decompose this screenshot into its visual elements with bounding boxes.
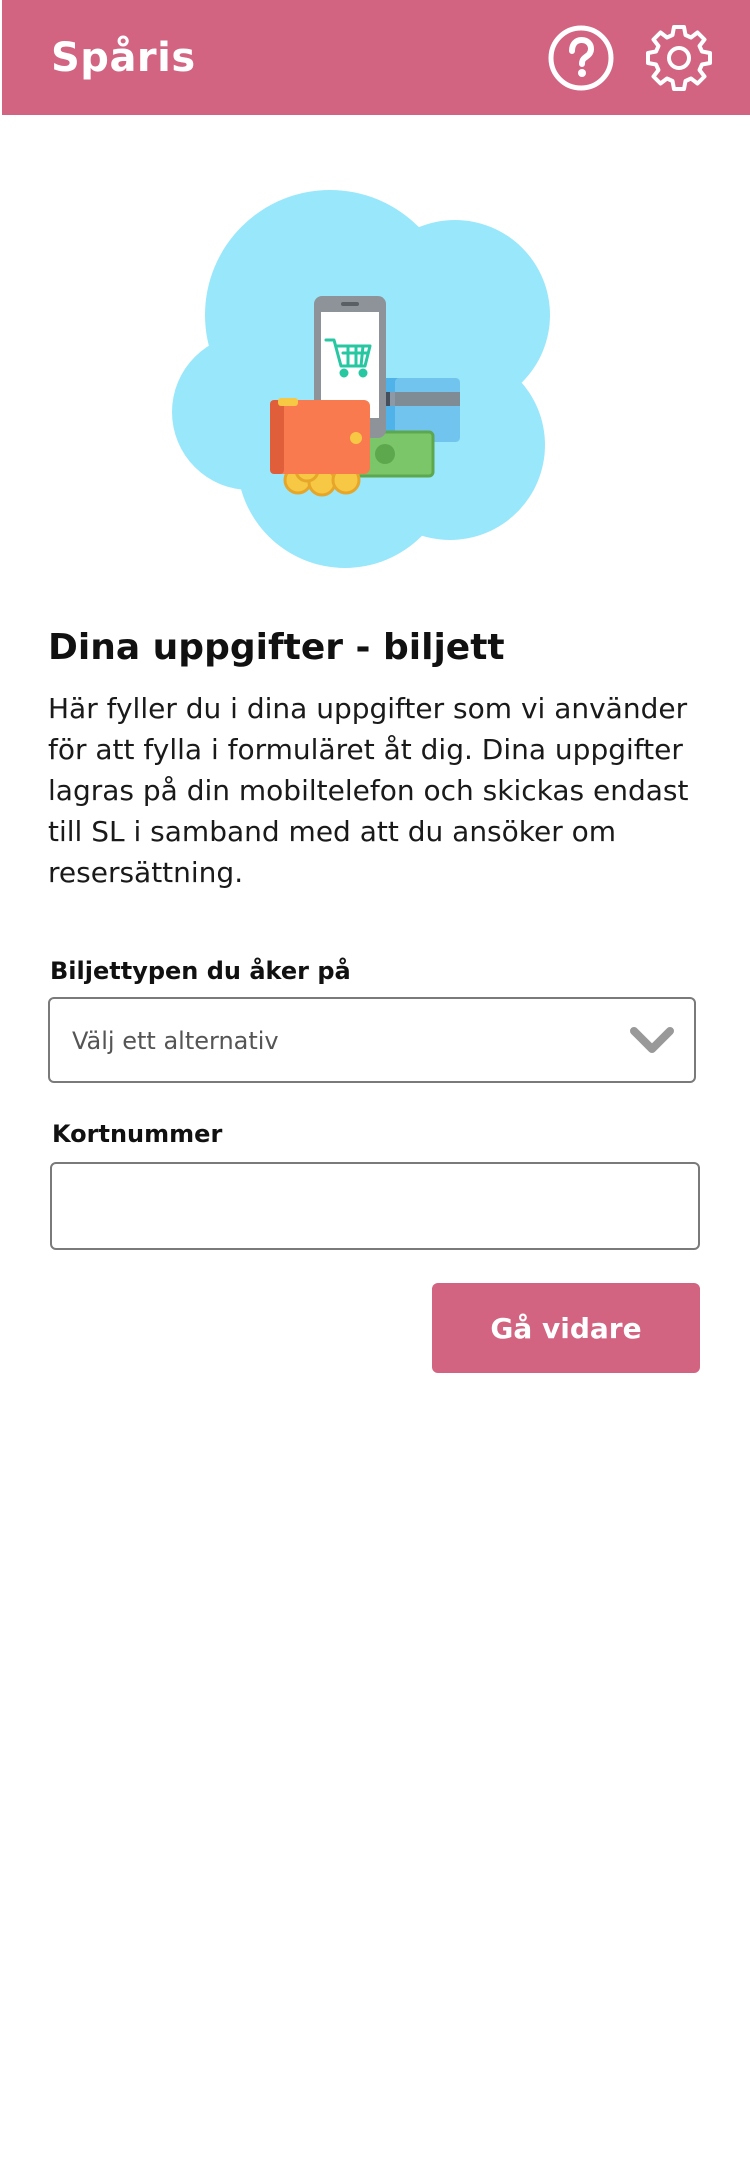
hero-illustration: [160, 170, 560, 570]
ticket-type-select[interactable]: Välj ett alternativ: [48, 997, 696, 1083]
gear-icon: [646, 25, 712, 91]
question-circle-icon: [548, 25, 614, 91]
ticket-type-select-value: Välj ett alternativ: [72, 1027, 279, 1055]
app-header: Spåris: [2, 0, 750, 115]
wallet-phone-cart-illustration: [172, 190, 550, 568]
settings-button[interactable]: [645, 24, 713, 92]
page-title: Dina uppgifter - biljett: [48, 627, 505, 668]
card-number-label: Kortnummer: [52, 1120, 223, 1148]
app-title: Spåris: [51, 35, 196, 81]
card-number-input[interactable]: [50, 1162, 700, 1250]
page-intro: Här fyller du i dina uppgifter som vi an…: [48, 692, 689, 889]
chevron-down-icon: [630, 1027, 674, 1053]
wallet-icon: [270, 398, 370, 474]
continue-button[interactable]: Gå vidare: [432, 1283, 700, 1373]
help-button[interactable]: [547, 24, 615, 92]
ticket-type-label: Biljettypen du åker på: [50, 957, 351, 985]
